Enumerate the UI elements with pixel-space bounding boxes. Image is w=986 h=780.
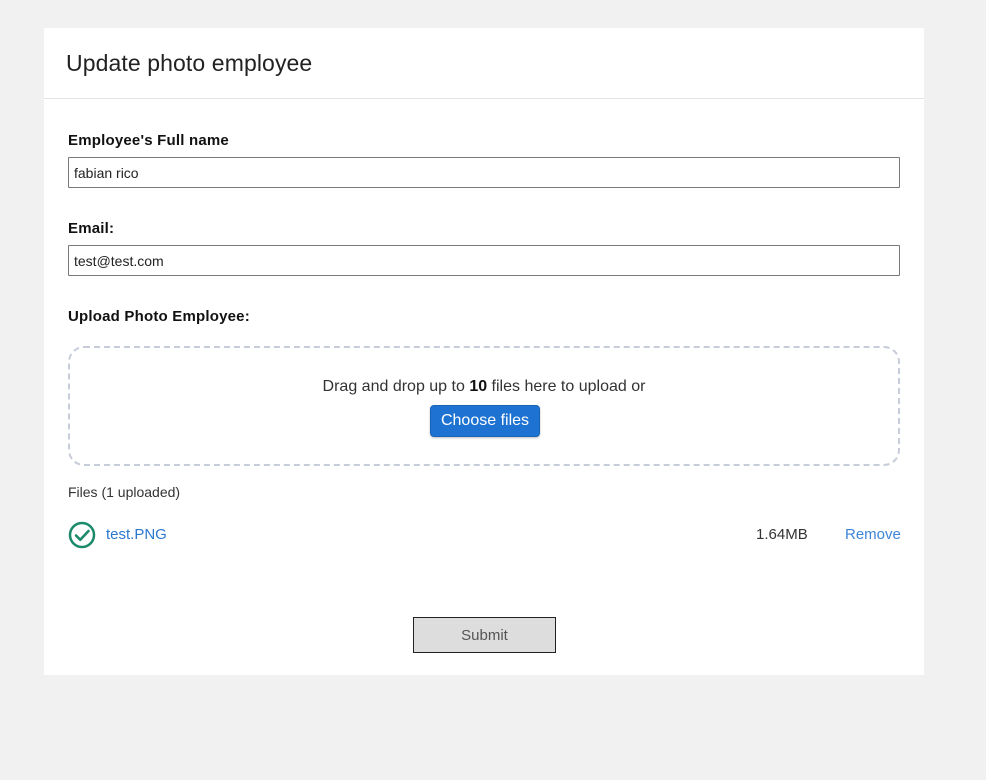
choose-files-button[interactable]: Choose files bbox=[430, 405, 540, 437]
email-input[interactable] bbox=[68, 245, 900, 276]
update-photo-panel: Update photo employee Employee's Full na… bbox=[44, 28, 924, 675]
file-dropzone[interactable]: Drag and drop up to 10 files here to upl… bbox=[68, 346, 900, 466]
file-list-item: test.PNG 1.64MB Remove bbox=[68, 520, 901, 550]
dropzone-instructions: Drag and drop up to 10 files here to upl… bbox=[70, 378, 898, 396]
full-name-input[interactable] bbox=[68, 157, 900, 188]
page-title: Update photo employee bbox=[66, 50, 313, 76]
file-name-link[interactable]: test.PNG bbox=[106, 526, 167, 543]
check-circle-icon bbox=[68, 521, 96, 549]
dropzone-max-files: 10 bbox=[469, 378, 488, 395]
email-label: Email: bbox=[68, 220, 115, 237]
files-header: Files (1 uploaded) bbox=[68, 484, 181, 500]
file-size: 1.64MB bbox=[756, 526, 808, 543]
full-name-label: Employee's Full name bbox=[68, 132, 229, 149]
panel-header: Update photo employee bbox=[44, 28, 924, 99]
remove-file-link[interactable]: Remove bbox=[845, 526, 901, 543]
dropzone-text-before: Drag and drop up to bbox=[322, 378, 470, 395]
dropzone-text-after: files here to upload or bbox=[487, 378, 646, 395]
upload-label: Upload Photo Employee: bbox=[68, 308, 250, 325]
submit-button[interactable]: Submit bbox=[413, 617, 556, 653]
